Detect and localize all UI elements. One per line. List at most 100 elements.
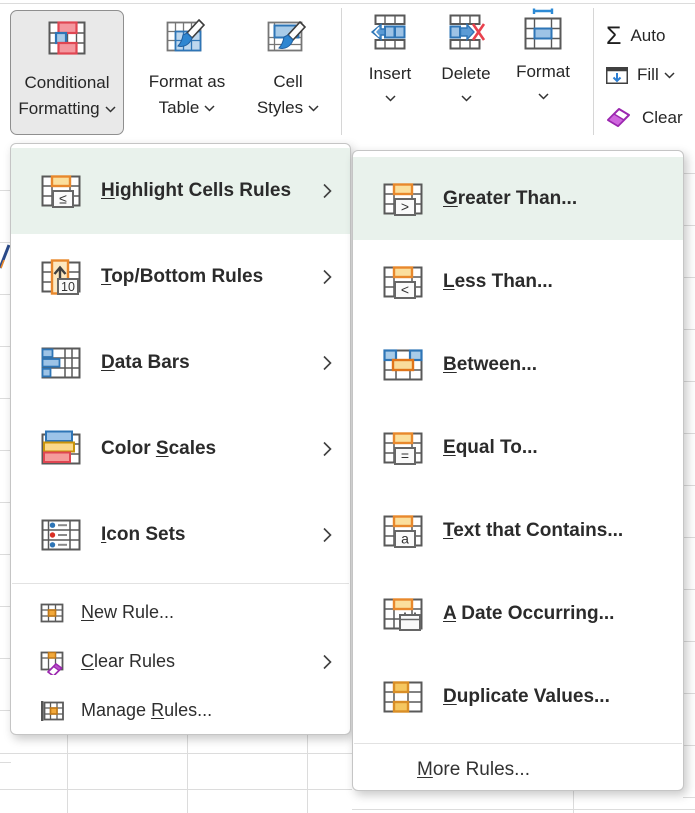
format-as-table-label-line2: Table [159,95,200,121]
menu-item-color-scales[interactable]: Color Scales [11,406,350,492]
submenu-item-label: Text that Contains... [443,520,623,542]
worksheet-gridline [67,735,68,813]
delete-button[interactable]: Delete [432,12,500,134]
duplicate-values-icon [381,675,425,719]
fill-button[interactable]: Fill [606,65,695,85]
clear-rules-icon [39,649,65,675]
insert-button[interactable]: Insert [356,12,424,134]
menu-item-icon-sets[interactable]: Icon Sets [11,492,350,578]
conditional-formatting-button[interactable]: Conditional Formatting [10,10,124,135]
chevron-down-icon [204,105,215,112]
manage-rules-icon [39,698,65,724]
submenu-item-less-than[interactable]: < Less Than... [353,240,683,323]
chevron-down-icon [385,95,396,102]
menu-item-label: Top/Bottom Rules [101,266,263,288]
excel-ribbon-conditional-formatting-menu: Conditional Formatting Format as [0,0,695,813]
chevron-right-icon [323,269,332,285]
menu-item-label: Color Scales [101,438,216,460]
delete-label: Delete [441,61,490,87]
menu-item-clear-rules[interactable]: Clear Rules [11,637,350,686]
menu-item-top-bottom-rules[interactable]: 10 Top/Bottom Rules [11,234,350,320]
cell-styles-icon [266,18,310,58]
format-icon [523,8,563,52]
submenu-item-label: Equal To... [443,437,538,459]
autosum-button[interactable]: Σ Auto [606,22,695,50]
chevron-right-icon [323,355,332,371]
ribbon-group-divider [593,8,594,135]
menu-item-label: Data Bars [101,352,190,374]
svg-text:>: > [401,198,409,214]
clear-button[interactable]: Clear [606,106,695,129]
cell-styles-label-line2: Styles [257,95,303,121]
insert-icon [370,12,410,52]
fill-label: Fill [637,65,659,85]
conditional-formatting-icon [47,20,87,56]
between-icon [381,343,425,387]
menu-item-data-bars[interactable]: Data Bars [11,320,350,406]
submenu-item-label: Between... [443,354,537,376]
submenu-separator [354,743,682,744]
submenu-item-duplicate-values[interactable]: Duplicate Values... [353,655,683,738]
highlight-cells-rules-submenu: > Greater Than... < Less Than... [352,150,684,791]
format-label: Format [516,59,570,85]
chevron-down-icon [538,93,549,100]
submenu-item-label: Less Than... [443,271,553,293]
ribbon: Conditional Formatting Format as [0,0,695,143]
submenu-item-text-that-contains[interactable]: a Text that Contains... [353,489,683,572]
chevron-down-icon [105,106,116,113]
cell-styles-label-line1: Cell [273,69,302,95]
menu-item-label: Manage Rules... [81,700,212,721]
submenu-item-more-rules[interactable]: More Rules... [353,748,683,792]
worksheet-gridlines-right [683,122,695,798]
worksheet-gridline [573,790,574,813]
sigma-icon: Σ [606,22,621,50]
less-than-icon: < [381,260,425,304]
worksheet-gridline [187,735,188,813]
chevron-right-icon [323,527,332,543]
format-button[interactable]: Format [507,8,579,134]
fill-icon [606,67,628,84]
conditional-formatting-label-line2: Formatting [18,96,99,122]
color-scales-icon [39,427,83,471]
autosum-label: Auto [630,26,665,46]
data-bars-icon [39,341,83,385]
new-rule-icon [39,600,65,626]
a-date-occurring-icon [381,592,425,636]
menu-item-label: Highlight Cells Rules [101,180,291,202]
svg-text:=: = [401,447,409,463]
submenu-item-between[interactable]: Between... [353,323,683,406]
delete-icon [446,12,486,52]
menu-item-manage-rules[interactable]: Manage Rules... [11,686,350,735]
worksheet-gridline [0,753,352,754]
worksheet-gridline [352,809,695,810]
clear-label: Clear [642,108,683,128]
menu-item-label: Clear Rules [81,651,175,672]
text-that-contains-icon: a [381,509,425,553]
chevron-right-icon [323,654,332,670]
greater-than-icon: > [381,177,425,221]
submenu-item-label: Greater Than... [443,188,577,210]
chevron-right-icon [323,441,332,457]
menu-item-label: New Rule... [81,602,174,623]
menu-item-highlight-cells-rules[interactable]: ≤ Highlight Cells Rules [11,148,350,234]
format-as-table-icon [165,18,209,58]
svg-text:≤: ≤ [59,191,67,207]
format-as-table-label-line1: Format as [149,69,226,95]
clear-eraser-icon [606,106,633,129]
submenu-item-greater-than[interactable]: > Greater Than... [353,157,683,240]
worksheet-gridline [0,789,352,790]
format-as-table-button[interactable]: Format as Table [132,10,242,135]
menu-separator [12,583,349,584]
chevron-down-icon [461,95,472,102]
svg-text:<: < [401,281,409,297]
worksheet-gridline [307,735,308,813]
menu-item-label: Icon Sets [101,524,185,546]
submenu-item-equal-to[interactable]: = Equal To... [353,406,683,489]
conditional-formatting-menu: ≤ Highlight Cells Rules 10 Top/Bottom Ru… [10,143,351,735]
cell-styles-button[interactable]: Cell Styles [243,10,333,135]
submenu-item-a-date-occurring[interactable]: A Date Occurring... [353,572,683,655]
submenu-item-label: A Date Occurring... [443,603,614,625]
highlight-cells-rules-icon: ≤ [39,169,83,213]
menu-item-new-rule[interactable]: New Rule... [11,588,350,637]
ribbon-top-border [0,3,695,4]
